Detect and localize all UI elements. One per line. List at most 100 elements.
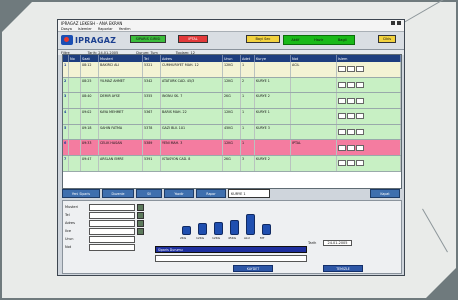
menu-item[interactable]: Dosya bbox=[61, 27, 72, 31]
form-row: Ilce bbox=[65, 227, 155, 235]
dealer-select-button[interactable]: Bayi Sec bbox=[246, 35, 280, 43]
gauge-label: 12KG bbox=[196, 236, 205, 240]
stock-gauge bbox=[198, 222, 207, 235]
column-header[interactable]: No bbox=[69, 55, 81, 62]
form-input[interactable] bbox=[89, 235, 135, 243]
lookup-button-icon[interactable] bbox=[137, 211, 144, 219]
form-row: Tel bbox=[65, 211, 155, 219]
close-icon[interactable] bbox=[397, 21, 401, 25]
print-icon[interactable] bbox=[347, 144, 355, 151]
save-button[interactable]: KAYDET bbox=[233, 265, 273, 272]
clear-button[interactable]: TEMIZLE bbox=[323, 265, 363, 272]
print-icon[interactable] bbox=[347, 82, 355, 89]
form-input[interactable] bbox=[89, 211, 135, 219]
edit-icon[interactable] bbox=[338, 113, 346, 120]
form-input[interactable] bbox=[89, 219, 135, 227]
table-row[interactable]: 5 09:18 SAHIN FATMA 5378 GAZI BLV. 101 45KG 1 K… bbox=[63, 124, 401, 141]
table-row[interactable]: 6 09:33 CELIK HASAN 5389 YENI MAH. 3 12KG 1 IPT… bbox=[63, 140, 401, 157]
cancel-button[interactable]: IPTAL bbox=[178, 35, 208, 43]
table-cell bbox=[337, 109, 401, 124]
table-cell: ISTASYON CAD. 8 bbox=[161, 156, 223, 171]
print-icon[interactable] bbox=[347, 129, 355, 136]
edit-icon[interactable] bbox=[338, 160, 346, 167]
column-header[interactable]: Kurye bbox=[255, 55, 291, 62]
column-header[interactable]: Adet bbox=[241, 55, 255, 62]
column-header[interactable]: Urun bbox=[223, 55, 241, 62]
lookup-button-icon[interactable] bbox=[137, 227, 144, 235]
column-header[interactable]: Islem bbox=[337, 55, 401, 62]
delete-icon[interactable] bbox=[356, 113, 364, 120]
print-icon[interactable] bbox=[347, 113, 355, 120]
table-cell bbox=[69, 93, 81, 109]
column-header[interactable]: Tel bbox=[143, 55, 161, 62]
menu-item[interactable]: Islemler bbox=[78, 27, 92, 31]
form-input[interactable] bbox=[89, 243, 135, 251]
edit-icon[interactable] bbox=[338, 97, 346, 104]
progress-label: Siparis Durumu bbox=[158, 248, 183, 252]
delete-icon[interactable] bbox=[356, 97, 364, 104]
table-row[interactable]: 1 08:12 BAKIRCI ALI 5321 CUMHURIYET MAH. 12 1… bbox=[63, 62, 401, 78]
close-panel-button[interactable]: Kapat bbox=[370, 189, 400, 198]
form-row: Not bbox=[65, 243, 155, 251]
edit-icon[interactable] bbox=[338, 144, 346, 151]
table-cell bbox=[291, 77, 337, 93]
status-text: Bagli bbox=[337, 38, 347, 42]
delete-icon[interactable] bbox=[356, 82, 364, 89]
report-button[interactable]: Rapor bbox=[196, 189, 226, 198]
table-cell: 09:18 bbox=[81, 124, 99, 140]
courier-select[interactable]: KURYE 1 bbox=[228, 189, 270, 198]
stock-gauges: 2KG 12KG 12KG 45KG ALU MT bbox=[168, 207, 308, 240]
new-order-action-button[interactable]: Yeni Siparis bbox=[62, 189, 100, 198]
form-row: Urun bbox=[65, 235, 155, 243]
column-header[interactable]: Adres bbox=[161, 55, 223, 62]
edit-icon[interactable] bbox=[338, 82, 346, 89]
delete-icon[interactable] bbox=[356, 144, 364, 151]
date-field[interactable]: 24.01.2005 bbox=[323, 240, 352, 246]
table-cell: GAZI BLV. 101 bbox=[161, 124, 223, 140]
print-icon[interactable] bbox=[347, 160, 355, 167]
table-cell: 09:33 bbox=[81, 140, 99, 156]
delete-icon[interactable] bbox=[356, 66, 364, 73]
menu-item[interactable]: Raporlar bbox=[98, 27, 113, 31]
delete-button[interactable]: Sil bbox=[136, 189, 162, 198]
exit-button[interactable]: Cikis bbox=[378, 35, 396, 43]
table-cell: SAHIN FATMA bbox=[99, 124, 143, 140]
new-order-button[interactable]: SIPARIS GIRISI bbox=[130, 35, 166, 43]
table-cell: 2KG bbox=[223, 93, 241, 109]
table-row[interactable]: 7 09:47 ARSLAN EMRE 5391 ISTASYON CAD. 8 2KG 3… bbox=[63, 156, 401, 172]
print-icon[interactable] bbox=[347, 66, 355, 73]
status-text: Hazir bbox=[314, 38, 324, 42]
form-label: Tel bbox=[65, 213, 70, 217]
lookup-button-icon[interactable] bbox=[137, 203, 144, 211]
table-cell: KURYE 2 bbox=[255, 156, 291, 171]
minimize-icon[interactable] bbox=[391, 21, 395, 25]
table-cell: IPTAL bbox=[291, 140, 337, 156]
table-row[interactable]: 2 08:25 YILMAZ AHMET 5342 ATATURK CAD. 45/3 1… bbox=[63, 77, 401, 94]
column-header[interactable]: Saat bbox=[81, 55, 99, 62]
edit-button[interactable]: Duzenle bbox=[102, 189, 134, 198]
stock-gauge bbox=[262, 223, 271, 235]
print-icon[interactable] bbox=[347, 97, 355, 104]
form-label: Musteri bbox=[65, 205, 78, 209]
gauge-label: 45KG bbox=[228, 236, 237, 240]
lookup-button-icon[interactable] bbox=[137, 219, 144, 227]
delete-icon[interactable] bbox=[356, 129, 364, 136]
form-input[interactable] bbox=[89, 227, 135, 235]
table-cell: 12KG bbox=[223, 109, 241, 124]
table-row[interactable]: 4 09:02 KAYA MEHMET 5367 BARIS MAH. 22 12KG 1 K… bbox=[63, 109, 401, 125]
edit-icon[interactable] bbox=[338, 129, 346, 136]
table-row[interactable]: 3 08:40 DEMIR AYSE 5355 INONU SK. 7 2KG 1 KURYE… bbox=[63, 93, 401, 110]
table-cell: 2 bbox=[241, 77, 255, 93]
table-cell: BAKIRCI ALI bbox=[99, 62, 143, 77]
form-label: Adres bbox=[65, 221, 75, 225]
delete-icon[interactable] bbox=[356, 160, 364, 167]
column-header[interactable]: Musteri bbox=[99, 55, 143, 62]
edit-icon[interactable] bbox=[338, 66, 346, 73]
date-panel: Tarih 24.01.2005 bbox=[308, 240, 398, 261]
secondary-input[interactable] bbox=[155, 255, 307, 262]
table-cell: 5378 bbox=[143, 124, 161, 140]
menu-item[interactable]: Yardim bbox=[119, 27, 131, 31]
form-input[interactable] bbox=[89, 203, 135, 211]
column-header[interactable]: Not bbox=[291, 55, 337, 62]
print-button[interactable]: Yazdir bbox=[164, 189, 194, 198]
